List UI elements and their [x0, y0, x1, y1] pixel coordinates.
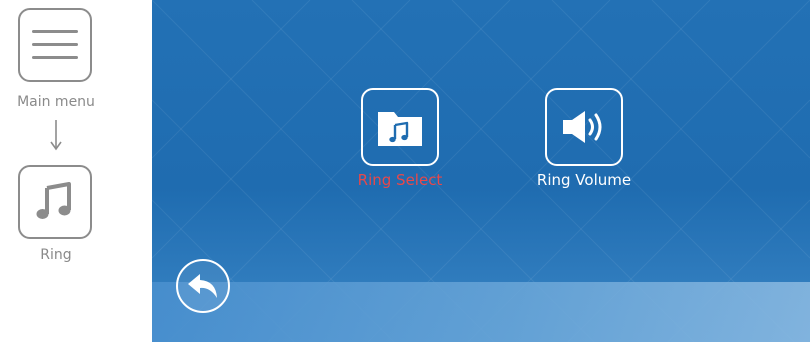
- back-arrow-icon: [188, 274, 217, 298]
- ring-label: Ring: [40, 247, 72, 263]
- back-button[interactable]: [176, 259, 230, 313]
- bottom-band: [152, 282, 810, 342]
- device-screen: Ring Select Ring Volume: [152, 0, 810, 342]
- sidebar: Main menu Ring: [0, 0, 152, 342]
- ring-button[interactable]: [18, 165, 92, 239]
- ring-volume-label: Ring Volume: [536, 171, 632, 189]
- arrow-down-icon: [50, 120, 62, 151]
- music-folder-icon: [378, 112, 422, 146]
- ring-select-label: Ring Select: [357, 171, 443, 189]
- speaker-volume-icon: [563, 111, 602, 143]
- ring-select-button[interactable]: [361, 88, 439, 166]
- main-menu-button[interactable]: [18, 8, 92, 82]
- ring-volume-button[interactable]: [545, 88, 623, 166]
- hamburger-icon: [32, 30, 78, 59]
- music-note-icon: [36, 182, 71, 219]
- main-menu-label: Main menu: [17, 94, 95, 110]
